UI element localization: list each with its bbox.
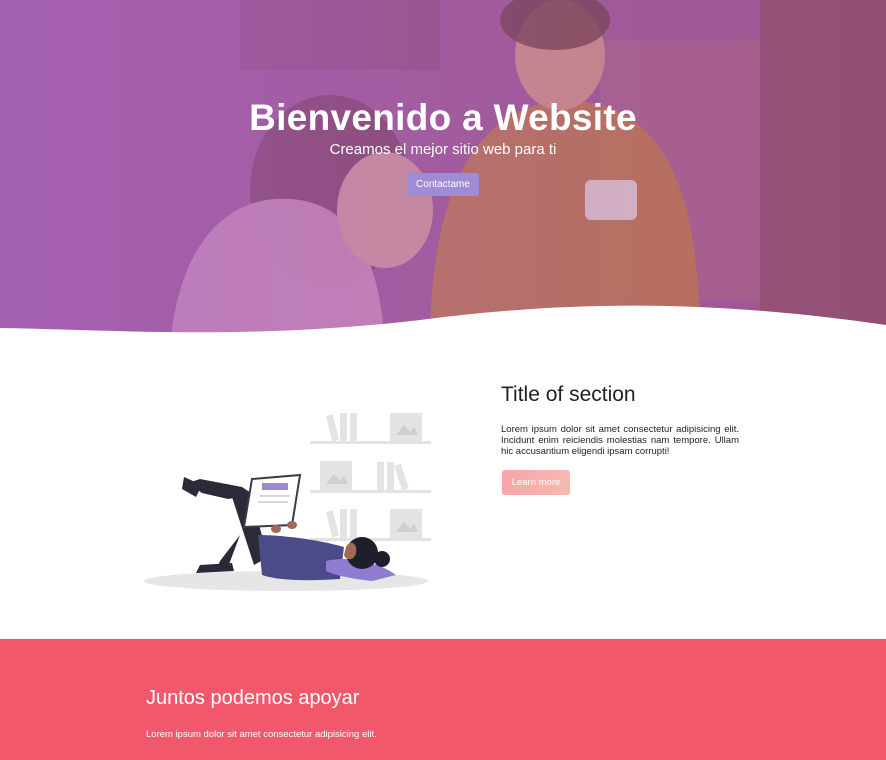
hero-subtitle: Creamos el mejor sitio web para ti xyxy=(329,141,557,158)
hero-section: Bienvenido a Website Creamos el mejor si… xyxy=(0,0,886,345)
reading-person-illustration xyxy=(144,413,431,591)
section-description: Lorem ipsum dolor sit amet consectetur a… xyxy=(501,424,739,457)
hero-title: Bienvenido a Website xyxy=(249,97,637,138)
hero-content: Bienvenido a Website Creamos el mejor si… xyxy=(0,96,886,196)
feature-section: Title of section Lorem ipsum dolor sit a… xyxy=(0,345,886,639)
hero-wave-divider xyxy=(0,305,886,345)
contact-button[interactable]: Contactame xyxy=(407,173,479,196)
band-title: Juntos podemos apoyar xyxy=(146,687,360,709)
band-text: Lorem ipsum dolor sit amet consectetur a… xyxy=(146,729,377,740)
section-title: Title of section xyxy=(501,383,636,406)
learn-more-button[interactable]: Learn more xyxy=(502,470,570,495)
support-band: Juntos podemos apoyar Lorem ipsum dolor … xyxy=(0,639,886,760)
